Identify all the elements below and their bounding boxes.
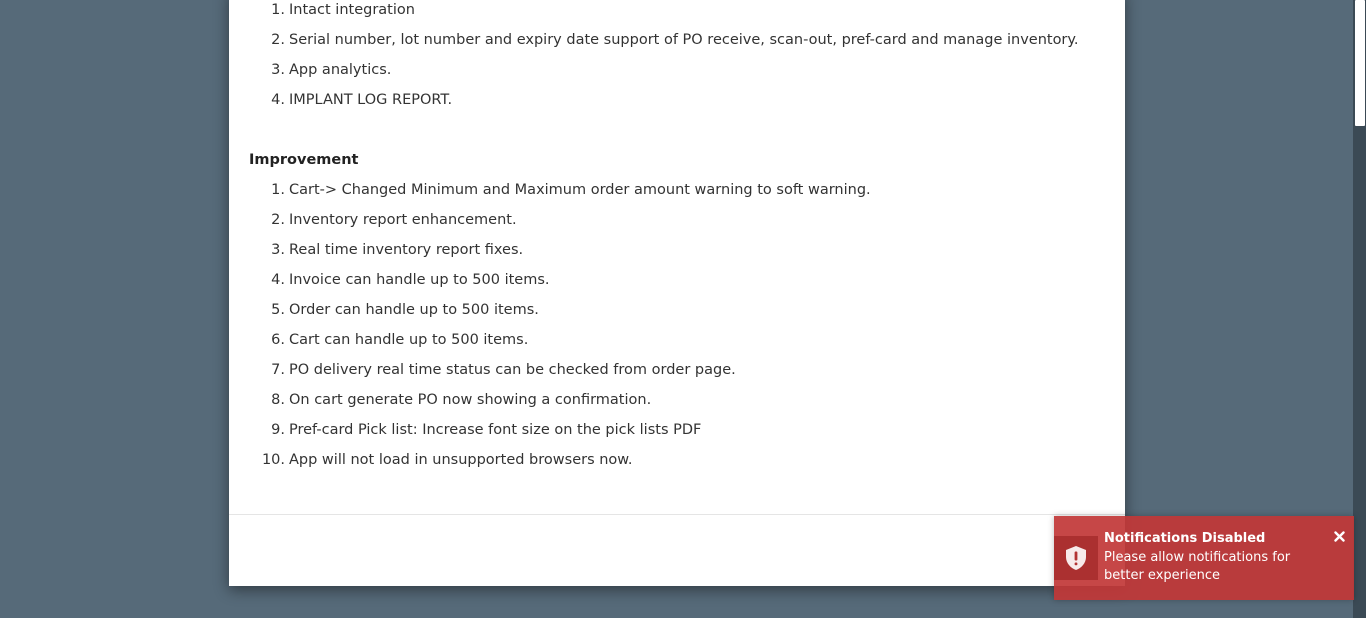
list-item: 6. Cart can handle up to 500 items. [249, 325, 871, 355]
list-item: 4. Invoice can handle up to 500 items. [249, 265, 871, 295]
close-icon[interactable] [1332, 529, 1346, 543]
list-item-number: 4. [271, 92, 285, 108]
list-item-number: 7. [271, 362, 285, 378]
list-item: 8. On cart generate PO now showing a conf… [249, 385, 871, 415]
toast-message: Please allow notifications for better ex… [1104, 550, 1291, 583]
list-item-number: 6. [271, 332, 285, 348]
list-item-text: Real time inventory report fixes. [289, 242, 524, 258]
list-item-text: PO delivery real time status can be chec… [289, 362, 736, 378]
list-item: 2. Inventory report enhancement. [249, 205, 871, 235]
notification-toast[interactable]: Notifications Disabled Please allow noti… [1054, 516, 1354, 600]
improvement-heading: Improvement [249, 152, 359, 168]
list-item-text: Cart-> Changed Minimum and Maximum order… [289, 182, 871, 198]
list-item-number: 8. [271, 392, 285, 408]
list-item: 2. Serial number, lot number and expiry d… [249, 25, 1079, 55]
list-item-number: 5. [271, 302, 285, 318]
list-item-number: 10. [261, 452, 285, 468]
modal-body: 1. Intact integration 2. Serial number, lo… [229, 0, 1125, 514]
list-item: 10. App will not load in unsupported brow… [249, 445, 871, 475]
list-item-number: 2. [271, 32, 285, 48]
shield-alert-icon [1054, 536, 1098, 580]
list-item-number: 1. [271, 2, 285, 18]
list-item-number: 2. [271, 212, 285, 228]
list-item-text: Serial number, lot number and expiry dat… [289, 32, 1079, 48]
release-notes-modal: 1. Intact integration 2. Serial number, lo… [229, 0, 1125, 586]
list-item-text: Cart can handle up to 500 items. [289, 332, 529, 348]
list-item-text: On cart generate PO now showing a confir… [289, 392, 652, 408]
modal-footer [229, 514, 1125, 587]
list-item-number: 3. [271, 62, 285, 78]
list-item-number: 9. [271, 422, 285, 438]
features-list: 1. Intact integration 2. Serial number, lo… [249, 0, 1079, 115]
list-item-number: 3. [271, 242, 285, 258]
list-item: 7. PO delivery real time status can be ch… [249, 355, 871, 385]
list-item-text: Order can handle up to 500 items. [289, 302, 539, 318]
list-item: 5. Order can handle up to 500 items. [249, 295, 871, 325]
list-item: 4. IMPLANT LOG REPORT. [249, 85, 1079, 115]
list-item-text: Inventory report enhancement. [289, 212, 517, 228]
improvements-list: 1. Cart-> Changed Minimum and Maximum ord… [249, 175, 871, 475]
list-item-text: App will not load in unsupported browser… [289, 452, 633, 468]
list-item: 1. Intact integration [249, 0, 1079, 25]
list-item: 1. Cart-> Changed Minimum and Maximum ord… [249, 175, 871, 205]
list-item-text: Pref-card Pick list: Increase font size … [289, 422, 702, 438]
scrollbar-thumb[interactable] [1355, 0, 1365, 126]
list-item-number: 1. [271, 182, 285, 198]
list-item-text: Invoice can handle up to 500 items. [289, 272, 550, 288]
list-item-text: IMPLANT LOG REPORT. [289, 92, 453, 108]
toast-title: Notifications Disabled [1104, 531, 1266, 546]
list-item-number: 4. [271, 272, 285, 288]
list-item: 9. Pref-card Pick list: Increase font siz… [249, 415, 871, 445]
list-item-text: Intact integration [289, 2, 415, 18]
list-item: 3. App analytics. [249, 55, 1079, 85]
list-item-text: App analytics. [289, 62, 392, 78]
list-item: 3. Real time inventory report fixes. [249, 235, 871, 265]
